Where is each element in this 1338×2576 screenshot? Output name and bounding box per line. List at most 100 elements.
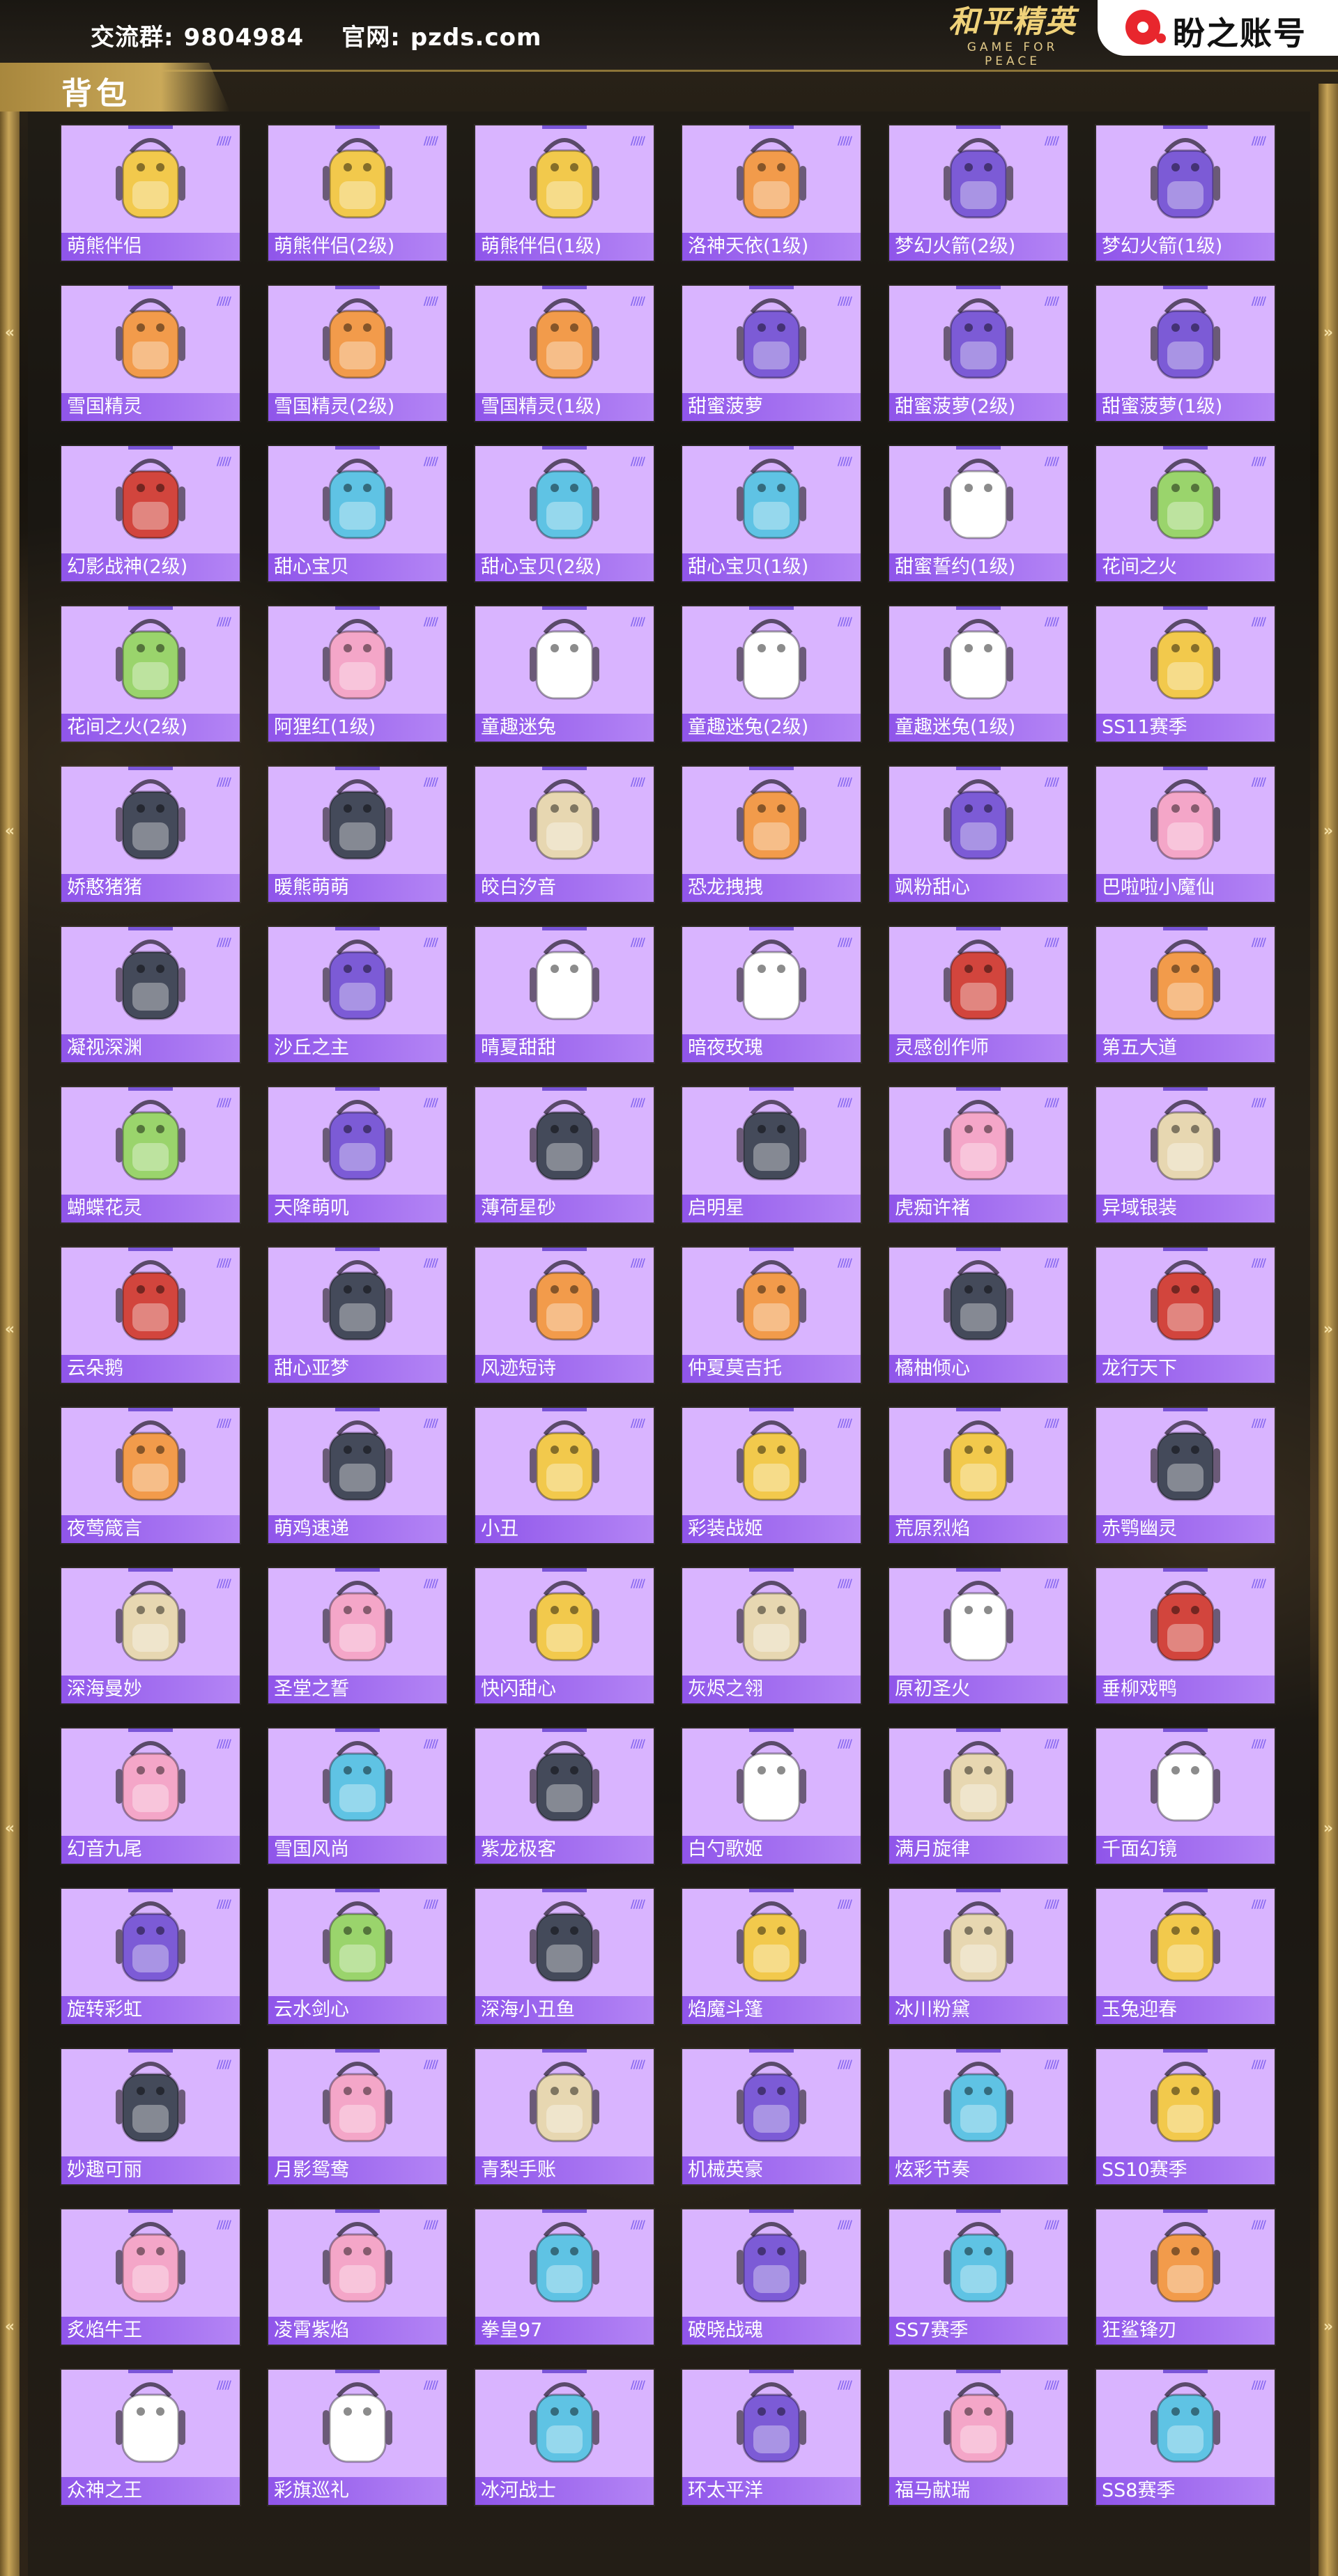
backpack-item[interactable]: ///// 青梨手账: [475, 2049, 654, 2184]
backpack-item[interactable]: ///// 原初圣火: [889, 1568, 1068, 1703]
backpack-item[interactable]: ///// 启明星: [682, 1087, 861, 1222]
backpack-item[interactable]: ///// 灵感创作师: [889, 927, 1068, 1062]
backpack-item[interactable]: ///// 凝视深渊: [61, 927, 240, 1062]
backpack-item[interactable]: ///// 幻音九尾: [61, 1728, 240, 1864]
backpack-item[interactable]: ///// 甜心宝贝(1级): [682, 446, 861, 581]
backpack-item[interactable]: ///// 破晓战魂: [682, 2209, 861, 2345]
backpack-item[interactable]: ///// 萌熊伴侣(2级): [268, 125, 447, 261]
backpack-item[interactable]: ///// 娇憨猪猪: [61, 767, 240, 902]
backpack-item[interactable]: ///// 第五大道: [1096, 927, 1275, 1062]
item-label: 虎痴许褚: [889, 1195, 1068, 1222]
backpack-item[interactable]: ///// 雪国精灵: [61, 286, 240, 421]
backpack-item[interactable]: ///// 福马献瑞: [889, 2370, 1068, 2505]
stripes-icon: /////: [630, 134, 645, 147]
backpack-item[interactable]: ///// 甜心亚梦: [268, 1248, 447, 1383]
backpack-item[interactable]: ///// 紫龙极客: [475, 1728, 654, 1864]
backpack-item[interactable]: ///// 甜蜜菠萝(2级): [889, 286, 1068, 421]
backpack-item[interactable]: ///// 月影鸳鸯: [268, 2049, 447, 2184]
backpack-item[interactable]: ///// 暗夜玫瑰: [682, 927, 861, 1062]
backpack-item[interactable]: ///// 炫彩节奏: [889, 2049, 1068, 2184]
backpack-item[interactable]: ///// 仲夏莫吉托: [682, 1248, 861, 1383]
site-url[interactable]: pzds.com: [410, 24, 542, 52]
backpack-item[interactable]: ///// 恐龙拽拽: [682, 767, 861, 902]
card-notch: [956, 1889, 1001, 1892]
backpack-item[interactable]: ///// 沙丘之主: [268, 927, 447, 1062]
backpack-item[interactable]: ///// 冰河战士: [475, 2370, 654, 2505]
backpack-item[interactable]: ///// 童趣迷兔(2级): [682, 606, 861, 742]
backpack-item[interactable]: ///// 拳皇97: [475, 2209, 654, 2345]
backpack-item[interactable]: ///// 巴啦啦小魔仙: [1096, 767, 1275, 902]
backpack-item[interactable]: ///// 玉兔迎春: [1096, 1889, 1275, 2024]
backpack-item[interactable]: ///// 环太平洋: [682, 2370, 861, 2505]
backpack-item[interactable]: ///// 阿狸红(1级): [268, 606, 447, 742]
backpack-item[interactable]: ///// 千面幻镜: [1096, 1728, 1275, 1864]
backpack-item[interactable]: ///// 快闪甜心: [475, 1568, 654, 1703]
backpack-item[interactable]: ///// 甜心宝贝(2级): [475, 446, 654, 581]
backpack-item[interactable]: ///// 橘柚倾心: [889, 1248, 1068, 1383]
backpack-item[interactable]: ///// 冰川粉黛: [889, 1889, 1068, 2024]
backpack-item[interactable]: ///// 雪国风尚: [268, 1728, 447, 1864]
backpack-item[interactable]: ///// 萌熊伴侣(1级): [475, 125, 654, 261]
backpack-item[interactable]: ///// 甜蜜菠萝(1级): [1096, 286, 1275, 421]
backpack-item[interactable]: ///// SS7赛季: [889, 2209, 1068, 2345]
backpack-item[interactable]: ///// 花间之火: [1096, 446, 1275, 581]
backpack-item[interactable]: ///// 凌霄紫焰: [268, 2209, 447, 2345]
backpack-item[interactable]: ///// SS8赛季: [1096, 2370, 1275, 2505]
backpack-item[interactable]: ///// 梦幻火箭(2级): [889, 125, 1068, 261]
backpack-item[interactable]: ///// 雪国精灵(1级): [475, 286, 654, 421]
backpack-item[interactable]: ///// 幻影战神(2级): [61, 446, 240, 581]
backpack-item[interactable]: ///// 暖熊萌萌: [268, 767, 447, 902]
backpack-item[interactable]: ///// 童趣迷兔: [475, 606, 654, 742]
backpack-item[interactable]: ///// 荒原烈焰: [889, 1408, 1068, 1543]
backpack-item[interactable]: ///// SS11赛季: [1096, 606, 1275, 742]
backpack-item[interactable]: ///// 垂柳戏鸭: [1096, 1568, 1275, 1703]
backpack-item[interactable]: ///// 梦幻火箭(1级): [1096, 125, 1275, 261]
backpack-item[interactable]: ///// 焰魔斗篷: [682, 1889, 861, 2024]
backpack-item[interactable]: ///// SS10赛季: [1096, 2049, 1275, 2184]
item-label: 破晓战魂: [682, 2317, 861, 2345]
backpack-item[interactable]: ///// 满月旋律: [889, 1728, 1068, 1864]
backpack-item[interactable]: ///// 圣堂之誓: [268, 1568, 447, 1703]
backpack-item[interactable]: ///// 彩装战姬: [682, 1408, 861, 1543]
backpack-item[interactable]: ///// 花间之火(2级): [61, 606, 240, 742]
backpack-item[interactable]: ///// 灰烬之翎: [682, 1568, 861, 1703]
backpack-item[interactable]: ///// 妙趣可丽: [61, 2049, 240, 2184]
backpack-item[interactable]: ///// 风迹短诗: [475, 1248, 654, 1383]
backpack-item[interactable]: ///// 小丑: [475, 1408, 654, 1543]
backpack-item[interactable]: ///// 龙行天下: [1096, 1248, 1275, 1383]
card-notch: [749, 606, 794, 610]
backpack-item[interactable]: ///// 雪国精灵(2级): [268, 286, 447, 421]
backpack-item[interactable]: ///// 异域银装: [1096, 1087, 1275, 1222]
backpack-item[interactable]: ///// 甜蜜菠萝: [682, 286, 861, 421]
backpack-item[interactable]: ///// 机械英豪: [682, 2049, 861, 2184]
backpack-item[interactable]: ///// 萌熊伴侣: [61, 125, 240, 261]
blue-backpack-icon: [1151, 2382, 1220, 2463]
backpack-item[interactable]: ///// 虎痴许褚: [889, 1087, 1068, 1222]
backpack-item[interactable]: ///// 深海小丑鱼: [475, 1889, 654, 2024]
backpack-item[interactable]: ///// 飒粉甜心: [889, 767, 1068, 902]
backpack-item[interactable]: ///// 薄荷星砂: [475, 1087, 654, 1222]
backpack-item[interactable]: ///// 甜心宝贝: [268, 446, 447, 581]
backpack-item[interactable]: ///// 蝴蝶花灵: [61, 1087, 240, 1222]
backpack-item[interactable]: ///// 云朵鹅: [61, 1248, 240, 1383]
backpack-item[interactable]: ///// 狂鲨锋刃: [1096, 2209, 1275, 2345]
card-notch: [956, 606, 1001, 610]
backpack-item[interactable]: ///// 深海曼妙: [61, 1568, 240, 1703]
stripes-icon: /////: [423, 775, 438, 788]
backpack-item[interactable]: ///// 晴夏甜甜: [475, 927, 654, 1062]
brand-badge[interactable]: 盼之账号: [1098, 0, 1338, 56]
backpack-item[interactable]: ///// 洛神天依(1级): [682, 125, 861, 261]
backpack-item[interactable]: ///// 白勺歌姬: [682, 1728, 861, 1864]
backpack-item[interactable]: ///// 夜莺箴言: [61, 1408, 240, 1543]
backpack-item[interactable]: ///// 甜蜜誓约(1级): [889, 446, 1068, 581]
backpack-item[interactable]: ///// 皎白汐音: [475, 767, 654, 902]
backpack-item[interactable]: ///// 云水剑心: [268, 1889, 447, 2024]
backpack-item[interactable]: ///// 童趣迷兔(1级): [889, 606, 1068, 742]
backpack-item[interactable]: ///// 萌鸡速递: [268, 1408, 447, 1543]
backpack-item[interactable]: ///// 赤鹗幽灵: [1096, 1408, 1275, 1543]
backpack-item[interactable]: ///// 彩旗巡礼: [268, 2370, 447, 2505]
backpack-item[interactable]: ///// 众神之王: [61, 2370, 240, 2505]
backpack-item[interactable]: ///// 旋转彩虹: [61, 1889, 240, 2024]
backpack-item[interactable]: ///// 天降萌叽: [268, 1087, 447, 1222]
backpack-item[interactable]: ///// 炙焰牛王: [61, 2209, 240, 2345]
